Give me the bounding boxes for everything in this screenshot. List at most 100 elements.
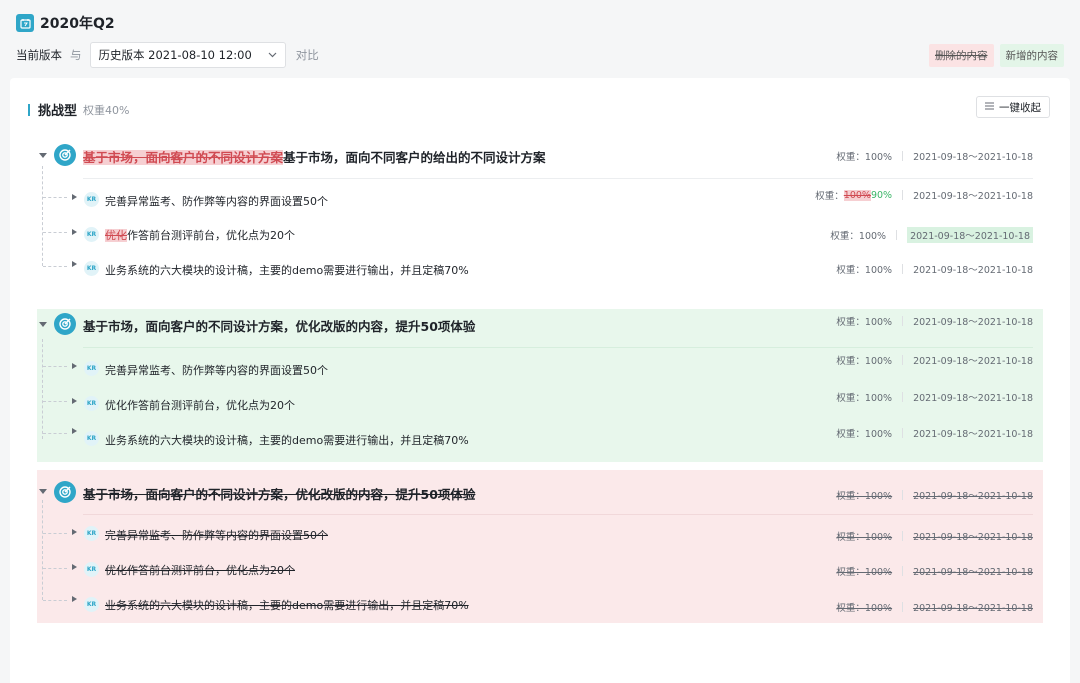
date-range: 2021-09-18～2021-10-18 [913, 567, 1033, 578]
kr-badge: KR [84, 227, 99, 242]
kr-text: 优化作答前台测评前台，优化点为20个 [105, 399, 295, 412]
chevron-down-icon [268, 50, 277, 61]
objective-title: 基于市场，面向客户的不同设计方案，优化改版的内容，提升50项体验 [83, 319, 476, 334]
okr-card: 挑战型 权重40% 一键收起 基于市场，面向客户的不同设计方案基于市场，面向不同… [10, 78, 1070, 683]
tree-line [43, 401, 67, 402]
current-version-label: 当前版本 [16, 48, 62, 62]
divider [83, 347, 1033, 348]
kr-row[interactable]: KR 完善异常监考、防作弊等内容的界面设置50个 权重：100% 2021-09-… [37, 353, 1043, 383]
meta-separator [902, 190, 904, 200]
weight-value: 权重：100% [836, 567, 893, 578]
kr-text: 完善异常监考、防作弊等内容的界面设置50个 [105, 364, 328, 377]
section-title: 挑战型 [38, 104, 78, 119]
kr-text: 优化作答前台测评前台，优化点为20个 [105, 564, 295, 577]
kr-row[interactable]: KR 完善异常监考、防作弊等内容的界面设置50个 权重：100% 2021-09-… [37, 520, 1043, 550]
caret-right-icon[interactable] [72, 261, 77, 267]
caret-down-icon[interactable] [39, 489, 47, 494]
kr-meta: 权重： 100% 90% 2021-09-18～2021-10-18 [815, 188, 1033, 202]
date-range: 2021-09-18～2021-10-18 [913, 429, 1033, 440]
tree-line [42, 166, 43, 266]
kr-meta: 权重：100% 2021-09-18～2021-10-18 [836, 390, 1033, 404]
objective-meta: 权重：100% 2021-09-18～2021-10-18 [836, 488, 1033, 502]
caret-down-icon[interactable] [39, 153, 47, 158]
deleted-weight: 100% [843, 189, 871, 201]
date-range: 2021-09-18～2021-10-18 [913, 532, 1033, 543]
legend-deleted: 删除的内容 [929, 43, 994, 67]
kr-badge: KR [84, 562, 99, 577]
history-version-select[interactable]: 历史版本 2021-08-10 12:00 [89, 42, 286, 68]
caret-right-icon[interactable] [72, 529, 77, 535]
tree-line [43, 533, 67, 534]
meta-separator [902, 392, 904, 402]
section-header: 挑战型 权重40% [28, 100, 129, 119]
kr-row[interactable]: KR 完善异常监考、防作弊等内容的界面设置50个 权重： 100% 90% 2021-… [37, 184, 1043, 214]
kr-row[interactable]: KR 优化作答前台测评前台，优化点为20个 权重：100% 2021-09-18～… [37, 219, 1043, 249]
date-range: 2021-09-18～2021-10-18 [913, 603, 1033, 614]
compare-label: 对比 [295, 48, 319, 62]
divider [83, 514, 1033, 515]
weight-value: 权重：100% [836, 152, 893, 163]
objective-row[interactable]: 基于市场，面向客户的不同设计方案基于市场，面向不同客户的给出的不同设计方案 权重… [37, 136, 1043, 174]
caret-right-icon[interactable] [72, 229, 77, 235]
objective-title: 基于市场，面向客户的不同设计方案基于市场，面向不同客户的给出的不同设计方案 [83, 147, 546, 166]
kr-row[interactable]: KR 业务系统的六大模块的设计稿，主要的demo需要进行输出，并且定稿70% 权… [37, 590, 1043, 620]
kr-text: 完善异常监考、防作弊等内容的界面设置50个 [105, 195, 328, 208]
kr-row[interactable]: KR 业务系统的六大模块的设计稿，主要的demo需要进行输出，并且定稿70% 权… [37, 423, 1043, 453]
date-range: 2021-09-18～2021-10-18 [913, 356, 1033, 367]
meta-separator [902, 264, 904, 274]
meta-separator [902, 490, 904, 500]
tree-line [43, 366, 67, 367]
kr-row[interactable]: KR 优化作答前台测评前台，优化点为20个 权重：100% 2021-09-18～… [37, 388, 1043, 418]
list-icon [985, 101, 994, 113]
kr-row[interactable]: KR 业务系统的六大模块的设计稿，主要的demo需要进行输出，并且定稿70% 权… [37, 254, 1043, 284]
weight-value: 权重：100% [836, 356, 893, 367]
meta-separator [902, 602, 904, 612]
objective-row[interactable]: 基于市场，面向客户的不同设计方案，优化改版的内容，提升50项体验 权重：100%… [37, 470, 1043, 514]
caret-right-icon[interactable] [72, 428, 77, 434]
objective-meta: 权重：100% 2021-09-18～2021-10-18 [836, 314, 1033, 328]
meta-separator [896, 230, 898, 240]
kr-badge: KR [84, 526, 99, 541]
kr-text: 优化作答前台测评前台，优化点为20个 [105, 227, 295, 243]
kr-meta: 权重：100% 2021-09-18～2021-10-18 [836, 353, 1033, 367]
objective-title: 基于市场，面向客户的不同设计方案，优化改版的内容，提升50项体验 [83, 487, 476, 502]
kr-badge: KR [84, 361, 99, 376]
kr-meta: 权重：100% 2021-09-18～2021-10-18 [836, 262, 1033, 276]
caret-right-icon[interactable] [72, 596, 77, 602]
collapse-all-button[interactable]: 一键收起 [976, 96, 1050, 118]
objective-meta: 权重：100% 2021-09-18～2021-10-18 [836, 149, 1033, 163]
caret-right-icon[interactable] [72, 363, 77, 369]
kr-text: 业务系统的六大模块的设计稿，主要的demo需要进行输出，并且定稿70% [105, 599, 469, 612]
weight-value: 权重：100% [836, 491, 893, 502]
weight-prefix: 权重： [815, 191, 844, 202]
caret-right-icon[interactable] [72, 564, 77, 570]
weight-value: 权重：100% [836, 429, 893, 440]
kr-badge: KR [84, 261, 99, 276]
caret-right-icon[interactable] [72, 194, 77, 200]
date-range: 2021-09-18～2021-10-18 [913, 393, 1033, 404]
date-range: 2021-09-18～2021-10-18 [913, 491, 1033, 502]
weight-value: 权重：100% [836, 393, 893, 404]
version-compare-bar: 当前版本 与 历史版本 2021-08-10 12:00 对比 删除的内容 新增… [16, 42, 1064, 68]
kr-meta: 权重：100% 2021-09-18～2021-10-18 [836, 529, 1033, 543]
tree-line [43, 600, 67, 601]
history-version-value: 历史版本 2021-08-10 12:00 [98, 48, 252, 62]
target-icon [54, 481, 76, 503]
calendar-icon [16, 14, 34, 32]
meta-separator [902, 531, 904, 541]
deleted-text: 优化 [105, 229, 127, 242]
collapse-all-label: 一键收起 [999, 101, 1041, 114]
objective-row[interactable]: 基于市场，面向客户的不同设计方案，优化改版的内容，提升50项体验 权重：100%… [37, 309, 1043, 339]
meta-separator [902, 355, 904, 365]
meta-separator [902, 316, 904, 326]
kr-row[interactable]: KR 优化作答前台测评前台，优化点为20个 权重：100% 2021-09-18～… [37, 555, 1043, 585]
weight-value: 权重：100% [836, 265, 893, 276]
tree-line [43, 197, 67, 198]
diff-legend: 删除的内容 新增的内容 [929, 43, 1064, 67]
meta-separator [902, 151, 904, 161]
caret-down-icon[interactable] [39, 322, 47, 327]
caret-right-icon[interactable] [72, 398, 77, 404]
kr-text: 业务系统的六大模块的设计稿，主要的demo需要进行输出，并且定稿70% [105, 434, 469, 447]
kr-text-rest: 作答前台测评前台，优化点为20个 [127, 229, 295, 242]
date-range: 2021-09-18～2021-10-18 [913, 317, 1033, 328]
